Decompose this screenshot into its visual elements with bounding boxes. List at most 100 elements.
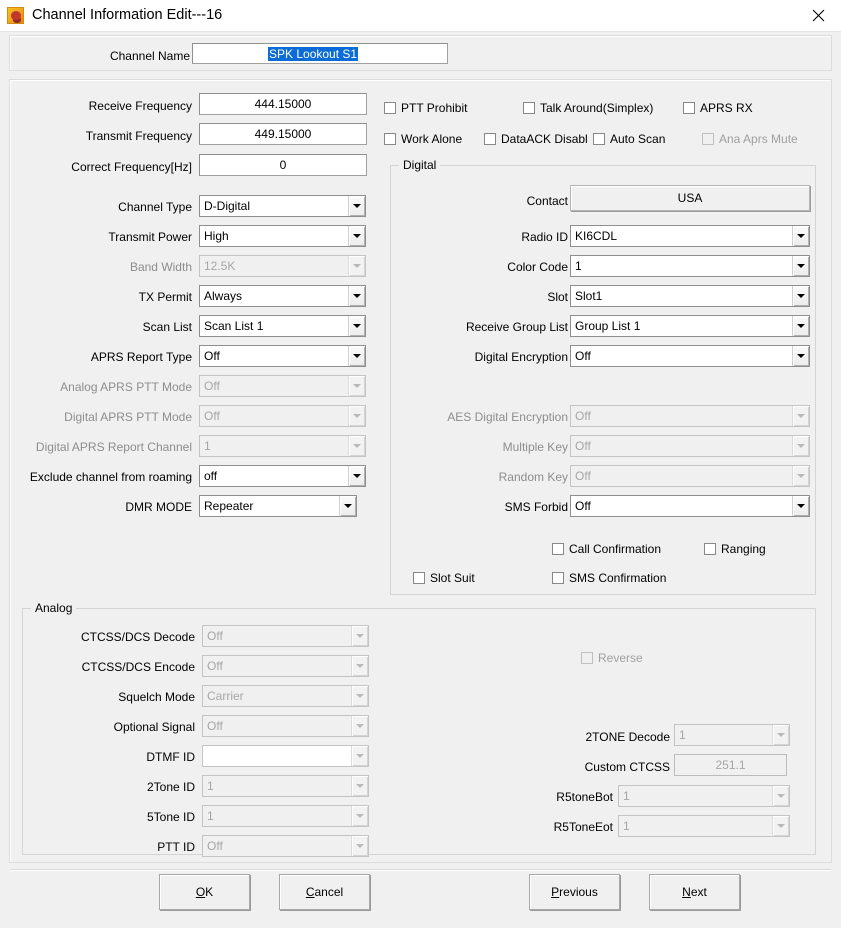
- sms-forbid-value: Off: [575, 499, 591, 513]
- channel-name-input[interactable]: SPK Lookout S1: [192, 43, 448, 64]
- checkbox-box: [593, 133, 605, 145]
- checkbox-label: Talk Around(Simplex): [540, 101, 654, 115]
- transmit-frequency-value: 449.15000: [254, 127, 312, 141]
- checkbox-ranging[interactable]: Ranging: [704, 542, 766, 556]
- checkbox-ana-aprs-mute: Ana Aprs Mute: [702, 132, 798, 146]
- channel-type-select[interactable]: D-Digital: [199, 195, 366, 217]
- color-code-label: Color Code: [507, 260, 568, 274]
- digital-encryption-value: Off: [575, 349, 591, 363]
- next-button[interactable]: Next: [649, 874, 740, 910]
- r5tonebot-select: 1: [618, 785, 790, 807]
- 2tone-id-label: 2Tone ID: [146, 780, 195, 794]
- dtmf-id-select: [202, 745, 369, 767]
- aes-digital-encryption-value: Off: [575, 409, 591, 423]
- cancel-rest: ancel: [314, 885, 344, 899]
- checkbox-talk-around[interactable]: Talk Around(Simplex): [523, 101, 653, 115]
- radio-id-select[interactable]: KI6CDL: [570, 225, 810, 247]
- transmit-frequency-input[interactable]: 449.15000: [199, 123, 367, 145]
- previous-rest: revious: [559, 885, 598, 899]
- random-key-label: Random Key: [498, 470, 568, 484]
- ok-rest: K: [205, 885, 214, 899]
- checkbox-aprs-rx[interactable]: APRS RX: [683, 101, 753, 115]
- 2tone-decode-label: 2TONE Decode: [585, 730, 671, 744]
- transmit-power-value: High: [204, 229, 229, 243]
- band-width-select: 12.5K: [199, 255, 366, 277]
- analog-aprs-ptt-mode-select: Off: [199, 375, 366, 397]
- slot-select[interactable]: Slot1: [570, 285, 810, 307]
- custom-ctcss-label: Custom CTCSS: [584, 760, 670, 774]
- checkbox-box: [552, 543, 564, 555]
- sms-forbid-select[interactable]: Off: [570, 495, 810, 517]
- ctcss-dcs-decode-value: Off: [207, 629, 223, 643]
- correct-frequency-input[interactable]: 0: [199, 154, 367, 176]
- digital-encryption-select[interactable]: Off: [570, 345, 810, 367]
- digital-aprs-report-channel-select: 1: [199, 435, 366, 457]
- chevron-down-icon[interactable]: [792, 316, 809, 336]
- multiple-key-select: Off: [570, 435, 810, 457]
- contact-button[interactable]: USA: [570, 185, 810, 211]
- checkbox-box: [683, 102, 695, 114]
- color-code-value: 1: [575, 259, 582, 273]
- random-key-value: Off: [575, 469, 591, 483]
- chevron-down-icon[interactable]: [348, 346, 365, 366]
- previous-button[interactable]: Previous: [529, 874, 620, 910]
- chevron-down-icon[interactable]: [348, 316, 365, 336]
- tx-permit-select[interactable]: Always: [199, 285, 366, 307]
- chevron-down-icon[interactable]: [792, 226, 809, 246]
- 5tone-id-value: 1: [207, 809, 214, 823]
- checkbox-slot-suit[interactable]: Slot Suit: [413, 571, 475, 585]
- chevron-down-icon: [351, 806, 368, 826]
- chevron-down-icon[interactable]: [339, 496, 356, 516]
- aprs-report-type-value: Off: [204, 349, 220, 363]
- aprs-report-type-select[interactable]: Off: [199, 345, 366, 367]
- transmit-power-select[interactable]: High: [199, 225, 366, 247]
- radio-id-value: KI6CDL: [575, 229, 618, 243]
- exclude-channel-roaming-select[interactable]: off: [199, 465, 366, 487]
- ok-button[interactable]: OK: [159, 874, 250, 910]
- tx-permit-value: Always: [204, 289, 243, 303]
- chevron-down-icon: [351, 836, 368, 856]
- correct-frequency-value: 0: [279, 158, 287, 172]
- window-title: Channel Information Edit---16: [32, 7, 223, 23]
- checkbox-ptt-prohibit[interactable]: PTT Prohibit: [384, 101, 467, 115]
- receive-frequency-input[interactable]: 444.15000: [199, 93, 367, 115]
- chevron-down-icon[interactable]: [348, 286, 365, 306]
- digital-group-legend: Digital: [399, 158, 441, 172]
- receive-group-list-select[interactable]: Group List 1: [570, 315, 810, 337]
- chevron-down-icon: [348, 256, 365, 276]
- color-code-select[interactable]: 1: [570, 255, 810, 277]
- checkbox-call-confirmation[interactable]: Call Confirmation: [552, 542, 661, 556]
- checkbox-label: APRS RX: [700, 101, 753, 115]
- chevron-down-icon[interactable]: [792, 256, 809, 276]
- close-icon[interactable]: [795, 0, 841, 31]
- checkbox-work-alone[interactable]: Work Alone: [384, 132, 462, 146]
- analog-aprs-ptt-mode-label: Analog APRS PTT Mode: [60, 380, 192, 394]
- footer-divider: [10, 869, 831, 870]
- chevron-down-icon: [772, 816, 789, 836]
- cancel-button[interactable]: Cancel: [279, 874, 370, 910]
- dmr-mode-select[interactable]: Repeater: [199, 495, 357, 517]
- chevron-down-icon[interactable]: [792, 496, 809, 516]
- transmit-frequency-label: Transmit Frequency: [85, 129, 192, 143]
- scan-list-value: Scan List 1: [204, 319, 264, 333]
- ctcss-dcs-encode-select: Off: [202, 655, 369, 677]
- checkbox-label: Ana Aprs Mute: [719, 132, 798, 146]
- chevron-down-icon[interactable]: [348, 466, 365, 486]
- checkbox-dataack-disable[interactable]: DataACK Disabl: [484, 132, 588, 146]
- chevron-down-icon[interactable]: [792, 286, 809, 306]
- chevron-down-icon[interactable]: [348, 226, 365, 246]
- r5toneeot-label: R5ToneEot: [553, 820, 613, 834]
- chevron-down-icon: [772, 786, 789, 806]
- chevron-down-icon[interactable]: [792, 346, 809, 366]
- contact-label: Contact: [526, 194, 568, 208]
- scan-list-select[interactable]: Scan List 1: [199, 315, 366, 337]
- random-key-select: Off: [570, 465, 810, 487]
- aes-digital-encryption-select: Off: [570, 405, 810, 427]
- digital-encryption-label: Digital Encryption: [474, 350, 568, 364]
- 2tone-decode-value: 1: [679, 728, 686, 742]
- checkbox-sms-confirmation[interactable]: SMS Confirmation: [552, 571, 666, 585]
- chevron-down-icon[interactable]: [348, 196, 365, 216]
- checkbox-auto-scan[interactable]: Auto Scan: [593, 132, 665, 146]
- checkbox-box: [384, 102, 396, 114]
- ctcss-dcs-decode-label: CTCSS/DCS Decode: [80, 630, 195, 644]
